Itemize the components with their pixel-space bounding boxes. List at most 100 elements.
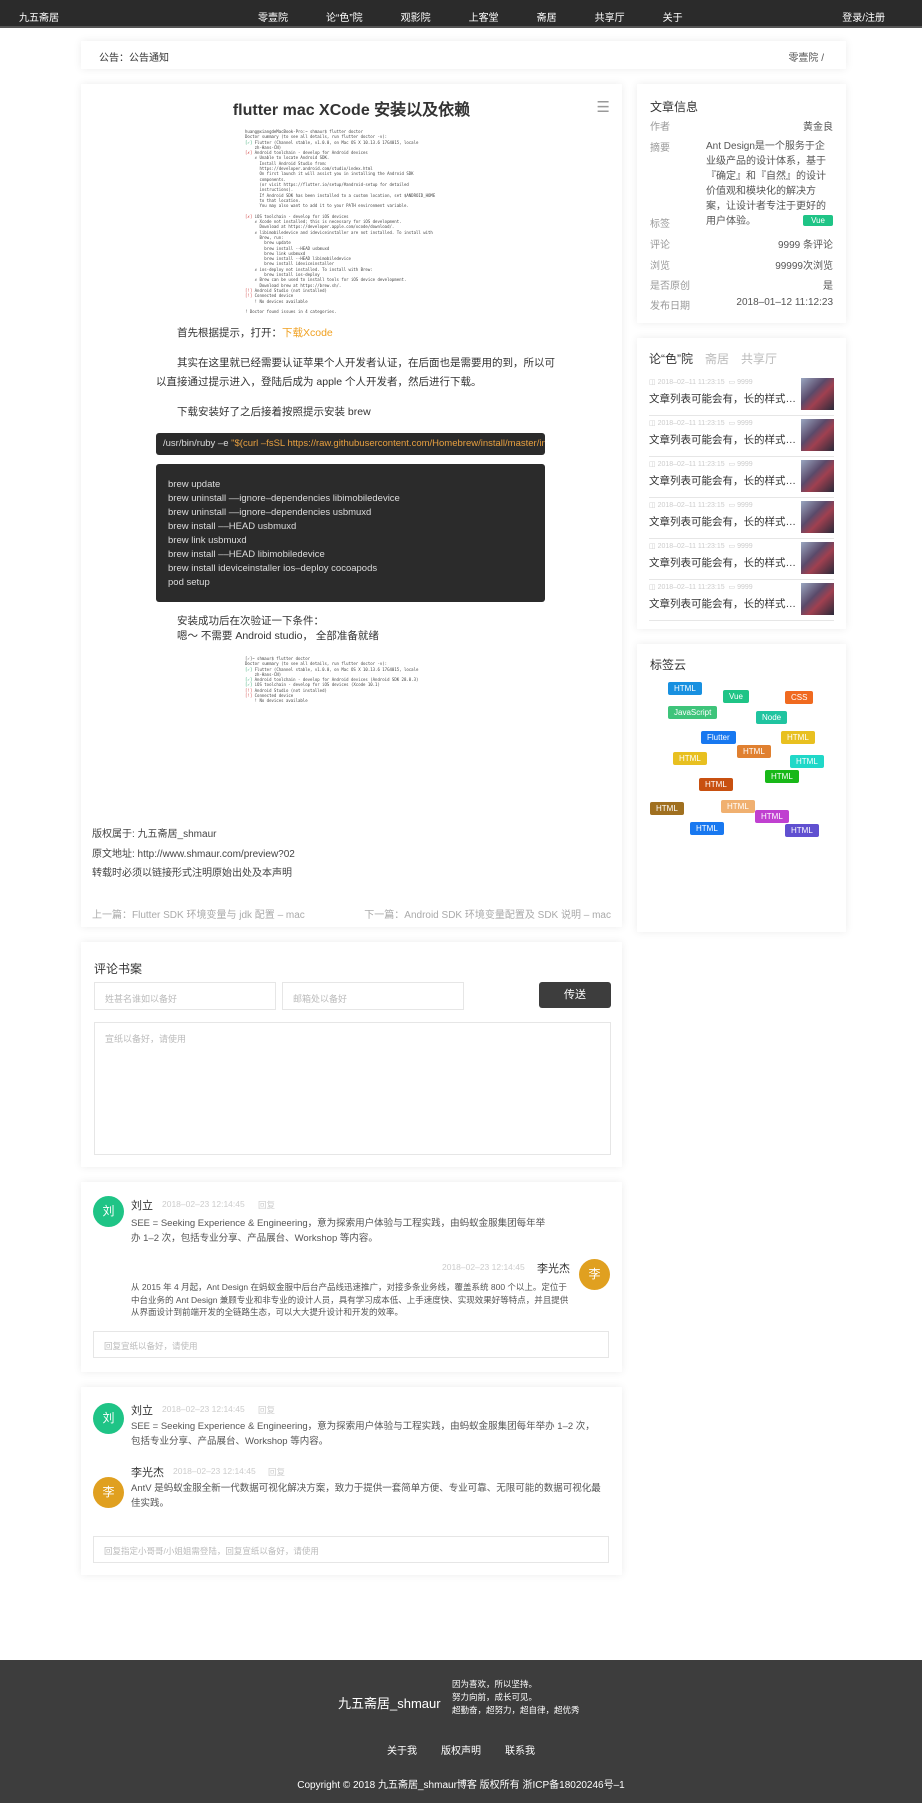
notice-bar: 公告：公告通知 零壹院 / [81, 41, 846, 69]
menu-item-about[interactable]: 关于 [663, 9, 683, 24]
tag-cloud-item[interactable]: HTML [668, 682, 702, 695]
footer-link-about[interactable]: 关于我 [387, 1742, 417, 1757]
list-item-title: 文章列表可能会有，长的样式… [649, 434, 796, 446]
site-logo[interactable]: 九五斋居 [19, 9, 59, 24]
list-item[interactable]: ◫ 2018–02–11 11:23:15 ▭ 9999 文章列表可能会有，长的… [649, 581, 834, 621]
avatar: 刘 [93, 1403, 124, 1434]
code-line: brew install ––HEAD libimobiledevice [168, 549, 325, 560]
comment-textarea[interactable]: 宣纸以备好，请使用 [94, 1022, 611, 1155]
menu-item-gongxiangting[interactable]: 共享厅 [595, 9, 625, 24]
list-item-thumbnail [801, 378, 834, 410]
comment-date: 2018–02–23 12:14:45 [162, 1404, 245, 1414]
next-article-link[interactable]: 下一篇：Android SDK 环境变量配置及 SDK 说明 – mac [364, 906, 611, 921]
comment-thread: 刘 刘立 2018–02–23 12:14:45 回复 SEE = Seekin… [81, 1387, 622, 1575]
comment-date: 2018–02–23 12:14:45 [162, 1199, 245, 1209]
menu-item-lunseyuan[interactable]: 论“色”院 [326, 9, 363, 24]
calendar-icon: ◫ [649, 420, 658, 427]
sub-comment-text: 从 2015 年 4 月起，Ant Design 在蚂蚁金服中后台产品线迅速推广… [131, 1282, 569, 1317]
download-xcode-link[interactable]: 下载Xcode [282, 327, 333, 339]
info-date-row: 发布日期 2018–01–12 11:12:23 [650, 297, 833, 312]
tag-cloud-item[interactable]: HTML [755, 810, 789, 823]
list-item-thumbnail [801, 419, 834, 451]
tag-cloud-item[interactable]: HTML [785, 824, 819, 837]
avatar: 刘 [93, 1196, 124, 1227]
info-author-row: 作者 黄金良 [650, 118, 833, 134]
reply-link[interactable]: 回复 [258, 1404, 275, 1416]
reply-link[interactable]: 回复 [258, 1199, 275, 1211]
tag-badge[interactable]: Vue [803, 215, 833, 226]
sub-avatar: 李 [93, 1477, 124, 1508]
tag-cloud-item[interactable]: JavaScript [668, 706, 718, 719]
tag-cloud-item[interactable]: CSS [785, 691, 814, 704]
list-item-title: 文章列表可能会有，长的样式… [649, 393, 796, 405]
code-block-brew-commands: brew update brew uninstall ––ignore–depe… [156, 464, 545, 602]
tag-cloud-item[interactable]: HTML [765, 770, 799, 783]
list-item[interactable]: ◫ 2018–02–11 11:23:15 ▭ 9999 文章列表可能会有，长的… [649, 458, 834, 498]
reply-input[interactable]: 回复指定小哥哥/小姐姐需登陆，回复宣纸以备好，请使用 [93, 1536, 609, 1563]
terminal-screenshot-image: huang@xiangdeMacBook-Pro:~ shmaur$ flutt… [245, 129, 458, 324]
menu-item-shangketang[interactable]: 上客堂 [469, 9, 499, 24]
reply-input[interactable]: 回复宣纸以备好，请使用 [93, 1331, 609, 1358]
footer-link-copyright[interactable]: 版权声明 [441, 1742, 481, 1757]
tag-cloud-item[interactable]: Vue [723, 690, 749, 703]
calendar-icon: ◫ [649, 584, 658, 591]
tag-cloud-item[interactable]: HTML [790, 755, 824, 768]
sub-reply-link[interactable]: 回复 [268, 1466, 285, 1478]
login-register-link[interactable]: 登录/注册 [842, 9, 885, 24]
sub-comment-date: 2018–02–23 12:14:45 [442, 1262, 525, 1272]
email-input[interactable]: 邮箱处以备好 [282, 982, 464, 1010]
tag-cloud-item[interactable]: HTML [721, 800, 755, 813]
calendar-icon: ◫ [649, 379, 658, 386]
tab-zhaiju[interactable]: 斋居 [705, 350, 729, 367]
list-item[interactable]: ◫ 2018–02–11 11:23:15 ▭ 9999 文章列表可能会有，长的… [649, 499, 834, 539]
list-item[interactable]: ◫ 2018–02–11 11:23:15 ▭ 9999 文章列表可能会有，长的… [649, 540, 834, 580]
paragraph-download-xcode: 首先根据提示，打开：下载Xcode [177, 327, 333, 339]
comment-icon: ▭ [728, 461, 738, 468]
tag-cloud-item[interactable]: HTML [781, 731, 815, 744]
breadcrumb[interactable]: 零壹院 / [788, 49, 824, 64]
tag-cloud-panel: 标签云 HTML Vue CSS JavaScript Node Flutter… [637, 644, 846, 932]
list-item[interactable]: ◫ 2018–02–11 11:23:15 ▭ 9999 文章列表可能会有，长的… [649, 417, 834, 457]
tag-cloud-item[interactable]: HTML [673, 752, 707, 765]
name-input[interactable]: 姓甚名谁如以备好 [94, 982, 276, 1010]
menu-item-guanyingyuan[interactable]: 观影院 [401, 9, 431, 24]
tag-cloud-item[interactable]: Node [756, 711, 788, 724]
list-item-thumbnail [801, 501, 834, 533]
comment-icon: ▭ [728, 543, 738, 550]
comment-icon: ▭ [728, 584, 738, 591]
terminal-screenshot-image-2: [✓]~ shmaur$ flutter doctor Doctor summa… [245, 656, 458, 704]
list-item-title: 文章列表可能会有，长的样式… [649, 557, 796, 569]
list-item[interactable]: ◫ 2018–02–11 11:23:15 ▭ 9999 文章列表可能会有，长的… [649, 376, 834, 416]
tab-gongxiangting[interactable]: 共享厅 [741, 350, 777, 367]
tag-cloud-heading: 标签云 [650, 658, 687, 672]
menu-item-lingyiyuan[interactable]: 零壹院 [258, 9, 288, 24]
tag-cloud-item[interactable]: Flutter [701, 731, 736, 744]
copyright-notice: 转载时必须以链接形式注明原始出处及本声明 [92, 868, 292, 879]
calendar-icon: ◫ [649, 502, 658, 509]
top-navbar: 九五斋居 零壹院 论“色”院 观影院 上客堂 斋居 共享厅 关于 登录/注册 [0, 0, 922, 28]
comment-text: SEE = Seeking Experience & Engineering，意… [131, 1421, 595, 1447]
code-line: pod setup [168, 577, 210, 588]
prev-article-link[interactable]: 上一篇：Flutter SDK 环境变量与 jdk 配置 – mac [92, 906, 305, 921]
tag-cloud-item[interactable]: HTML [650, 802, 684, 815]
menu-item-zhaiju[interactable]: 斋居 [537, 9, 557, 24]
paragraph-brew-install: 下载安装好了之后接着按照提示安装 brew [177, 406, 371, 418]
tab-lunseyuan[interactable]: 论“色”院 [649, 350, 693, 367]
author-value: 黄金良 [803, 122, 833, 133]
list-item-thumbnail [801, 542, 834, 574]
calendar-icon: ◫ [649, 543, 658, 550]
paragraph-verify: 安装成功后在次验证一下条件： 嗯～ 不需要 Android studio， 全部… [177, 615, 379, 642]
toc-list-icon[interactable]: ☰ [597, 98, 610, 116]
copyright-owner: 版权属于: 九五斋居_shmaur [92, 829, 217, 840]
send-button[interactable]: 传送 [539, 982, 611, 1008]
code-line: brew uninstall ––ignore–dependencies usb… [168, 507, 372, 518]
article-title: flutter mac XCode 安装以及依赖 [232, 102, 471, 119]
tag-cloud-item[interactable]: HTML [737, 745, 771, 758]
comment-form: 评论书案 姓甚名谁如以备好 邮箱处以备好 传送 宣纸以备好，请使用 [81, 942, 622, 1167]
copyright-source-url[interactable]: 原文地址: http://www.shmaur.com/preview?02 [92, 845, 295, 860]
sub-comment-date: 2018–02–23 12:14:45 [173, 1466, 256, 1476]
tag-cloud-item[interactable]: HTML [699, 778, 733, 791]
tag-cloud-item[interactable]: HTML [690, 822, 724, 835]
footer-link-contact[interactable]: 联系我 [505, 1742, 535, 1757]
notice-label[interactable]: 公告：公告通知 [99, 49, 169, 64]
